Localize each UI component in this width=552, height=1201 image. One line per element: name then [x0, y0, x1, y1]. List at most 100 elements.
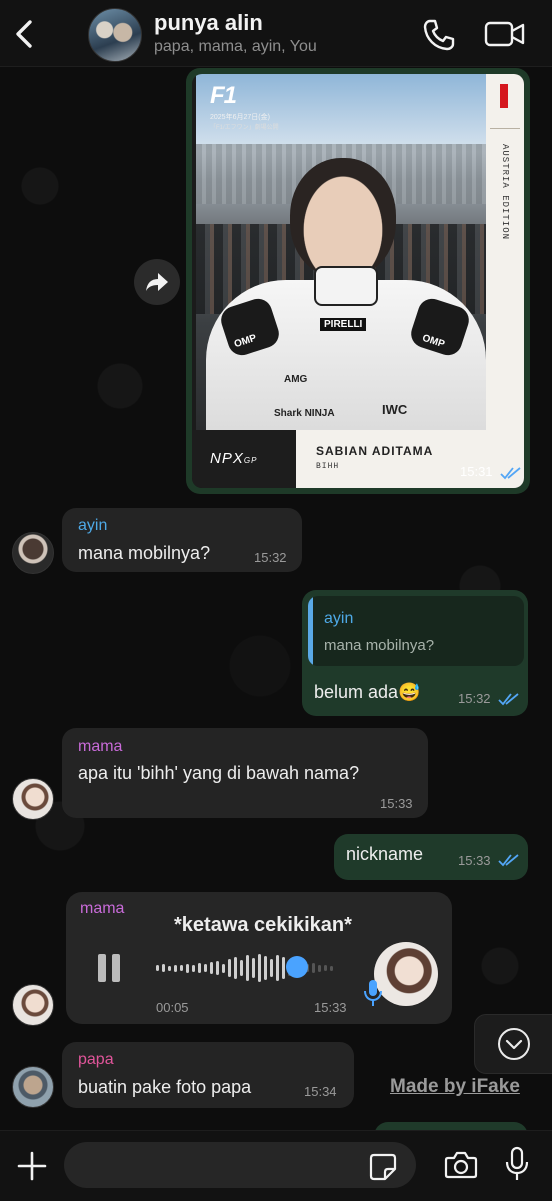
- sponsor-logo: IWC: [382, 402, 408, 417]
- divider: [490, 128, 520, 129]
- attach-button[interactable]: [16, 1150, 48, 1182]
- voice-waveform[interactable]: [156, 950, 342, 986]
- pause-bar: [112, 954, 120, 982]
- message-text: belum ada😅: [314, 682, 421, 702]
- waveform-bar: [264, 956, 267, 980]
- plus-icon: [17, 1151, 47, 1181]
- pause-button[interactable]: [98, 954, 122, 982]
- read-ticks-icon: [498, 854, 519, 867]
- sender-name[interactable]: ayin: [78, 517, 107, 535]
- driver-photo: PIRELLI OMP OMP AMG IWC Shark NINJA F1 2…: [196, 74, 486, 430]
- read-ticks-icon: [498, 693, 519, 706]
- voice-caption: *ketawa cekikikan*: [174, 914, 352, 936]
- playback-scrubber[interactable]: [286, 956, 308, 978]
- read-ticks-icon: [500, 467, 521, 480]
- quoted-sender: ayin: [324, 610, 354, 627]
- sticker-button[interactable]: [368, 1152, 398, 1182]
- waveform-bar: [186, 963, 189, 973]
- quoted-text: mana mobilnya?: [324, 637, 435, 654]
- waveform-bar: [318, 964, 321, 972]
- sender-name[interactable]: papa: [78, 1051, 114, 1069]
- waveform-bar: [222, 963, 225, 973]
- sender-name[interactable]: mama: [78, 738, 122, 756]
- quoted-message[interactable]: [308, 596, 524, 666]
- avatar[interactable]: [12, 984, 54, 1026]
- waveform-bar: [216, 961, 219, 975]
- card-maker-panel: NPXGP: [192, 430, 298, 488]
- camera-button[interactable]: [444, 1150, 478, 1180]
- chevron-down-circle-icon: [498, 1028, 530, 1060]
- microphone-icon: [364, 980, 382, 1006]
- group-members[interactable]: papa, mama, ayin, You: [154, 38, 317, 56]
- card-subtitle: 「F1/エフワン」劇場公開: [210, 125, 279, 131]
- waveform-bar: [258, 954, 261, 982]
- message-text: nickname: [346, 844, 424, 864]
- chevron-left-icon: [16, 20, 32, 48]
- waveform-bar: [156, 965, 159, 971]
- microphone-icon: [505, 1146, 529, 1180]
- waveform-bar: [168, 965, 171, 971]
- phone-icon: [423, 19, 455, 51]
- waveform-bar: [240, 960, 243, 976]
- message-text: buatin pake foto papa: [78, 1077, 252, 1097]
- suit-collar: [314, 266, 378, 306]
- edition-label: AUSTRIA EDITION: [500, 144, 510, 241]
- call-button[interactable]: [422, 18, 456, 52]
- avatar[interactable]: [12, 532, 54, 574]
- driver-nickname: BIHH: [316, 462, 340, 471]
- watermark: Made by iFake: [390, 1076, 520, 1097]
- waveform-bar: [210, 962, 213, 974]
- scroll-to-bottom-button[interactable]: [474, 1014, 552, 1074]
- share-arrow-icon: [146, 273, 168, 291]
- waveform-bar: [204, 964, 207, 972]
- waveform-bar: [192, 964, 195, 972]
- message-time: 15:33: [380, 796, 413, 811]
- message-input[interactable]: [64, 1142, 416, 1188]
- message-text: mana mobilnya?: [78, 543, 211, 563]
- card-side-strip: AUSTRIA EDITION: [486, 74, 524, 430]
- forward-button[interactable]: [134, 259, 180, 305]
- pause-bar: [98, 954, 106, 982]
- message-time: 15:31: [460, 464, 493, 479]
- driver-name: SABIAN ADITAMA: [316, 444, 434, 458]
- waveform-bar: [228, 959, 231, 977]
- back-button[interactable]: [10, 14, 40, 54]
- message-text: apa itu 'bihh' yang di bawah nama?: [78, 763, 360, 783]
- sender-name[interactable]: mama: [80, 900, 124, 918]
- maker-logo: NPXGP: [210, 450, 258, 467]
- avatar[interactable]: [12, 778, 54, 820]
- waveform-bar: [276, 955, 279, 981]
- sticker-icon: [369, 1153, 397, 1181]
- message-time: 15:34: [304, 1084, 337, 1099]
- sponsor-logo: AMG: [284, 374, 308, 385]
- voice-duration: 00:05: [156, 1000, 189, 1015]
- waveform-bar: [312, 963, 315, 973]
- message-time: 15:33: [458, 853, 491, 868]
- group-avatar[interactable]: [88, 8, 142, 62]
- sponsor-logo: Shark NINJA: [274, 408, 335, 419]
- voice-record-button[interactable]: [504, 1146, 530, 1182]
- group-name[interactable]: punya alin: [154, 10, 263, 36]
- sponsor-logo: PIRELLI: [320, 318, 367, 331]
- waveform-bar: [324, 965, 327, 971]
- video-call-button[interactable]: [484, 18, 526, 50]
- waveform-bar: [282, 957, 285, 979]
- chat-header: punya alin papa, mama, ayin, You: [0, 0, 552, 67]
- waveform-bar: [198, 963, 201, 973]
- waveform-bar: [252, 958, 255, 978]
- waveform-bar: [234, 957, 237, 979]
- waveform-bar: [270, 959, 273, 977]
- quote-bar: [308, 596, 313, 666]
- waveform-bar: [174, 964, 177, 972]
- driver-card-image[interactable]: PIRELLI OMP OMP AMG IWC Shark NINJA F1 2…: [192, 74, 524, 488]
- card-date: 2025年6月27日(金): [210, 114, 270, 121]
- card-name-panel: SABIAN ADITAMA BIHH: [296, 430, 524, 488]
- f1-logo: F1: [210, 82, 237, 109]
- edition-red-mark: [500, 84, 508, 108]
- video-camera-icon: [484, 21, 525, 47]
- avatar[interactable]: [12, 1066, 54, 1108]
- waveform-bar: [180, 965, 183, 971]
- waveform-bar: [162, 964, 165, 972]
- message-time: 15:33: [314, 1000, 347, 1015]
- message-time: 15:32: [458, 691, 491, 706]
